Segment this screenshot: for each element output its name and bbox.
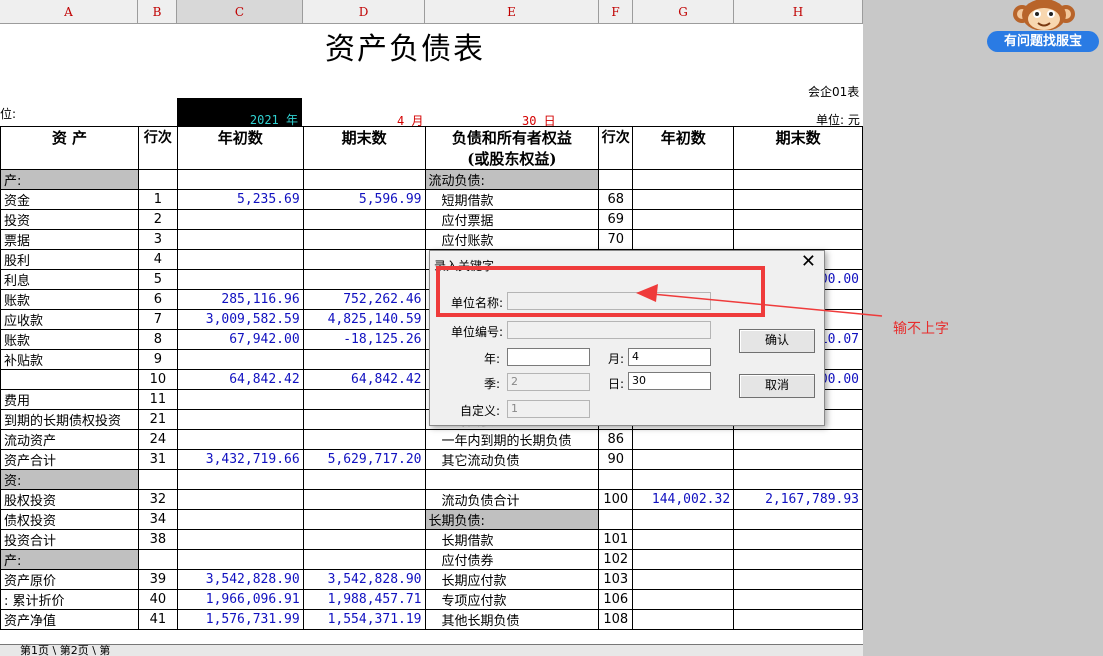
- annotation-note: 输不上字: [893, 321, 949, 337]
